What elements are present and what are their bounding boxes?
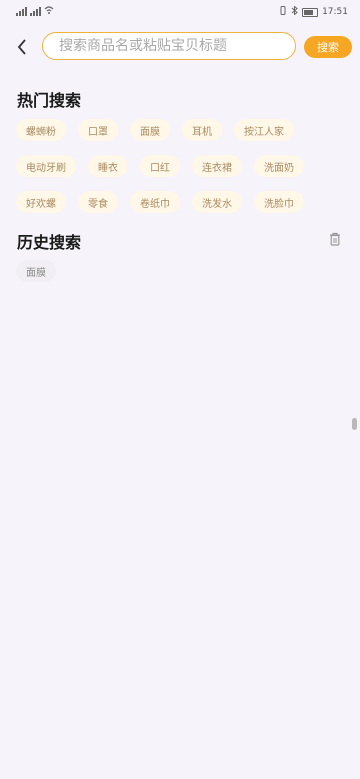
hot-search-tag[interactable]: 零食: [78, 191, 118, 213]
chevron-left-icon: [17, 39, 26, 55]
scroll-indicator[interactable]: [352, 418, 357, 430]
battery-icon: [302, 7, 319, 17]
hot-search-tag[interactable]: 洗脸巾: [254, 191, 304, 213]
status-right: 17:51: [279, 5, 348, 18]
hot-search-tag[interactable]: 洗发水: [192, 191, 242, 213]
history-item[interactable]: 面膜: [16, 260, 56, 282]
signal-icon-2: [30, 7, 41, 16]
hot-search-tag[interactable]: 洗面奶: [254, 155, 304, 177]
history-search-title: 历史搜索: [17, 233, 82, 252]
hot-search-tag[interactable]: 面膜: [130, 119, 170, 141]
hot-search-tag[interactable]: 口罩: [78, 119, 118, 141]
status-bar: 17:51: [0, 0, 360, 24]
hot-search-tag[interactable]: 电动牙刷: [16, 155, 76, 177]
history-list: 面膜: [16, 260, 68, 282]
hot-search-tag[interactable]: 螺蛳粉: [16, 119, 66, 141]
back-button[interactable]: [12, 35, 32, 59]
trash-icon[interactable]: [329, 231, 341, 246]
signal-icon: [16, 7, 27, 16]
wifi-icon: [44, 6, 54, 17]
vibrate-icon: [279, 6, 287, 18]
hot-search-tag[interactable]: 连衣裙: [192, 155, 242, 177]
status-left: [16, 6, 54, 17]
hot-search-row: 螺蛳粉 口罩 面膜 耳机 按江人家: [16, 112, 346, 148]
hot-search-tag[interactable]: 睡衣: [88, 155, 128, 177]
hot-search-row: 好欢螺 零食 卷纸巾 洗发水 洗脸巾: [16, 184, 346, 220]
bluetooth-icon: [291, 5, 298, 18]
hot-search-tag[interactable]: 耳机: [182, 119, 222, 141]
hot-search-title: 热门搜索: [17, 91, 82, 110]
hot-search-tag[interactable]: 好欢螺: [16, 191, 66, 213]
hot-search-tag[interactable]: 按江人家: [234, 119, 294, 141]
hot-search-tags: 螺蛳粉 口罩 面膜 耳机 按江人家 电动牙刷 睡衣 口红 连衣裙 洗面奶 好欢螺…: [16, 112, 346, 220]
status-time: 17:51: [322, 7, 348, 17]
search-box: [42, 32, 296, 60]
hot-search-tag[interactable]: 卷纸巾: [130, 191, 180, 213]
search-button[interactable]: 搜索: [304, 36, 352, 58]
search-input[interactable]: [57, 33, 291, 59]
hot-search-tag[interactable]: 口红: [140, 155, 180, 177]
search-row: 搜索: [0, 30, 360, 64]
hot-search-row: 电动牙刷 睡衣 口红 连衣裙 洗面奶: [16, 148, 346, 184]
